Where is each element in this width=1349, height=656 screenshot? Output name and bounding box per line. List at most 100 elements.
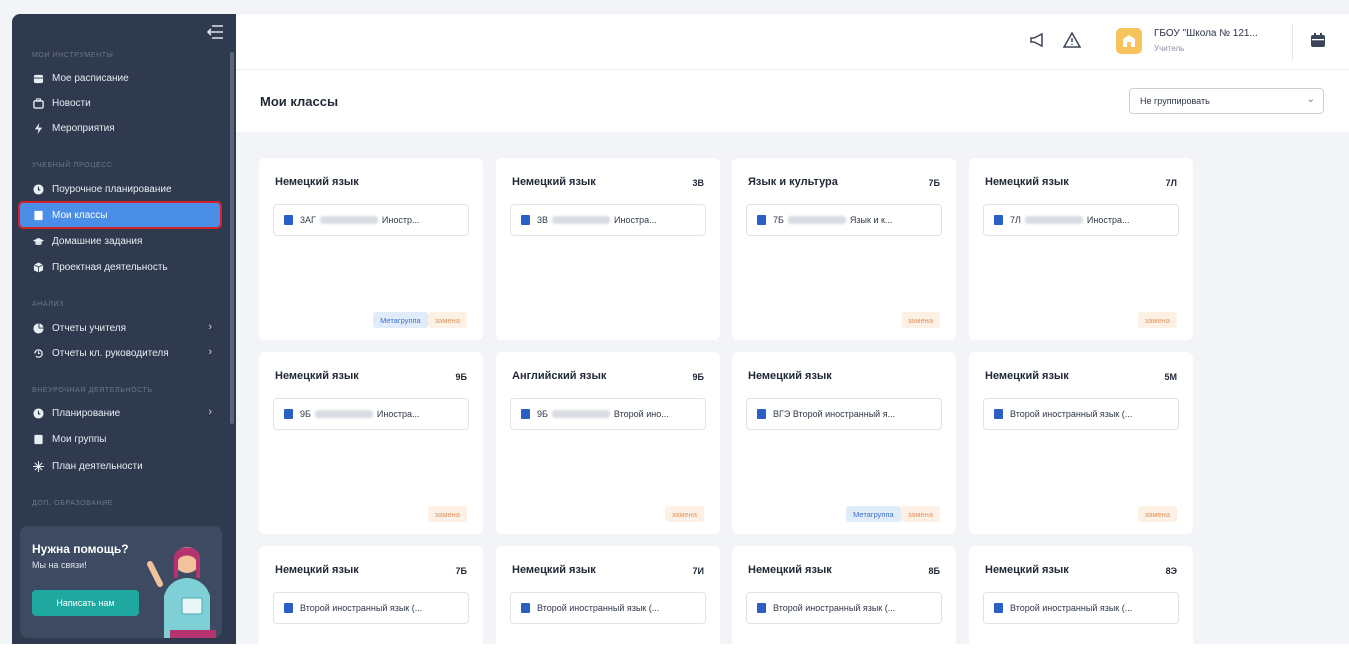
grouping-select[interactable]: Не группировать ⌄ [1129, 88, 1324, 114]
sidebar-item-teacher-reports[interactable]: Отчеты учителя › [20, 316, 220, 340]
book-icon [994, 603, 1003, 613]
card-subject: Немецкий язык [985, 176, 1069, 188]
class-card[interactable]: Немецкий язык 8Э Второй иностранный язык (… [969, 546, 1193, 656]
support-person-illustration [147, 547, 216, 638]
section-title-analysis: Анализ [32, 301, 64, 308]
sidebar-item-projects[interactable]: Проектная деятельность [20, 255, 220, 279]
chevron-down-icon: ⌄ [1306, 94, 1315, 105]
group-chip[interactable]: 9Б Иностра... [273, 398, 469, 430]
substitution-badge: замена [900, 506, 940, 522]
calendar-icon[interactable] [1310, 32, 1326, 48]
class-card[interactable]: Немецкий язык 8Б Второй иностранный язык (… [732, 546, 956, 656]
group-chip[interactable]: Второй иностранный язык (... [273, 592, 469, 624]
card-class-name: 8Э [1165, 566, 1177, 576]
substitution-badge: замена [427, 506, 467, 522]
card-subject: Немецкий язык [748, 564, 832, 576]
sidebar-item-news[interactable]: Новости [20, 91, 220, 115]
chevron-right-icon: › [208, 406, 212, 418]
sidebar-item-planning[interactable]: Планирование › [20, 401, 220, 425]
class-card[interactable]: Немецкий язык 7И Второй иностранный язык (… [496, 546, 720, 656]
section-title-extracurricular: Внеурочная деятельность [32, 387, 153, 394]
chip-label: 3АГ [300, 215, 316, 225]
history-icon [32, 347, 44, 359]
redacted-name [552, 216, 611, 224]
sidebar-item-lesson-planning[interactable]: Поурочное планирование [20, 177, 220, 201]
group-chip[interactable]: Второй иностранный язык (... [983, 592, 1179, 624]
top-bar: ГБОУ "Школа № 121... Учитель [236, 14, 1349, 70]
sidebar-item-schedule[interactable]: Мое расписание [20, 66, 220, 90]
class-card[interactable]: Немецкий язык 7Б Второй иностранный язык (… [259, 546, 483, 656]
card-subject: Немецкий язык [985, 370, 1069, 382]
card-subject: Немецкий язык [275, 370, 359, 382]
lightning-icon [32, 122, 44, 134]
sidebar-item-label: Отчеты кл. руководителя [52, 347, 169, 359]
class-card[interactable]: Английский язык 9Б 9Б Второй ино... замена [496, 352, 720, 534]
class-card[interactable]: Немецкий язык 9Б 9Б Иностра... замена [259, 352, 483, 534]
class-card[interactable]: Немецкий язык 3АГ Иностр... Метагруппа замен… [259, 158, 483, 340]
clock-icon [32, 183, 44, 195]
chip-label: Второй иностранный язык (... [1010, 603, 1133, 613]
chip-label: Второй иностранный язык (... [773, 603, 896, 613]
sidebar-item-label: Мероприятия [52, 122, 115, 134]
card-class-name: 7Б [928, 178, 940, 188]
sidebar-item-label: Мое расписание [52, 72, 129, 84]
class-card[interactable]: Немецкий язык ВГЭ Второй иностранный я...… [732, 352, 956, 534]
group-chip[interactable]: 3В Иностра... [510, 204, 706, 236]
badges: Метагруппа замена [846, 506, 940, 522]
group-chip[interactable]: ВГЭ Второй иностранный я... [746, 398, 942, 430]
book-icon [284, 215, 293, 225]
group-chip[interactable]: Второй иностранный язык (... [746, 592, 942, 624]
substitution-badge: замена [1137, 506, 1177, 522]
card-class-name: 9Б [455, 372, 467, 382]
school-icon[interactable] [1116, 28, 1142, 54]
sidebar-item-events[interactable]: Мероприятия [20, 116, 220, 140]
collapse-menu-icon[interactable] [206, 24, 224, 40]
class-card[interactable]: Немецкий язык 3В 3В Иностра... [496, 158, 720, 340]
badges: замена [900, 312, 940, 328]
sidebar-item-label: Новости [52, 97, 91, 109]
group-chip[interactable]: 7Л Иностра... [983, 204, 1179, 236]
class-card[interactable]: Немецкий язык 7Л 7Л Иностра... замена [969, 158, 1193, 340]
card-class-name: 3В [692, 178, 704, 188]
redacted-name [1024, 216, 1083, 224]
class-card[interactable]: Язык и культура 7Б 7Б Язык и к... замена [732, 158, 956, 340]
sidebar-item-my-groups[interactable]: Мои группы [20, 427, 220, 451]
group-chip[interactable]: Второй иностранный язык (... [510, 592, 706, 624]
chip-label: 7Л [1010, 215, 1021, 225]
chip-suffix: Иностра... [376, 409, 420, 419]
card-subject: Язык и культура [748, 176, 838, 188]
sidebar-item-homework[interactable]: Домашние задания [20, 229, 220, 253]
group-chip[interactable]: 3АГ Иностр... [273, 204, 469, 236]
briefcase-icon [32, 97, 44, 109]
class-card[interactable]: Немецкий язык 5М Второй иностранный язык (… [969, 352, 1193, 534]
warning-icon[interactable] [1062, 30, 1082, 50]
grouping-select-value: Не группировать [1140, 96, 1210, 106]
book-icon [284, 603, 293, 613]
metagroup-badge: Метагруппа [846, 506, 901, 522]
section-title-process: Учебный процесс [32, 162, 113, 169]
chip-label: ВГЭ Второй иностранный я... [773, 409, 896, 419]
pie-chart-icon [32, 322, 44, 334]
group-chip[interactable]: 7Б Язык и к... [746, 204, 942, 236]
organization-name[interactable]: ГБОУ "Школа № 121... [1154, 28, 1258, 39]
megaphone-icon[interactable] [1028, 30, 1048, 50]
cube-icon [32, 261, 44, 273]
app-frame: Мои инструменты Мое расписание Новости М… [0, 0, 1349, 656]
chip-label: 9Б [537, 409, 548, 419]
card-subject: Английский язык [512, 370, 607, 382]
book-icon [994, 215, 1003, 225]
group-chip[interactable]: Второй иностранный язык (... [983, 398, 1179, 430]
chip-suffix: Иностра... [614, 215, 657, 225]
card-class-name: 8Б [928, 566, 940, 576]
graduation-cap-icon [32, 235, 44, 247]
sidebar-scrollbar[interactable] [230, 52, 234, 424]
page-title: Мои классы [260, 94, 339, 109]
sidebar-item-activity-plan[interactable]: План деятельности [20, 454, 220, 478]
sidebar-item-class-teacher-reports[interactable]: Отчеты кл. руководителя › [20, 341, 220, 365]
metagroup-badge: Метагруппа [373, 312, 428, 328]
write-us-button[interactable]: Написать нам [32, 590, 139, 616]
chip-label: 3В [537, 215, 549, 225]
group-chip[interactable]: 9Б Второй ино... [510, 398, 706, 430]
book-icon [757, 215, 766, 225]
sidebar-item-my-classes[interactable]: Мои классы [18, 201, 222, 229]
